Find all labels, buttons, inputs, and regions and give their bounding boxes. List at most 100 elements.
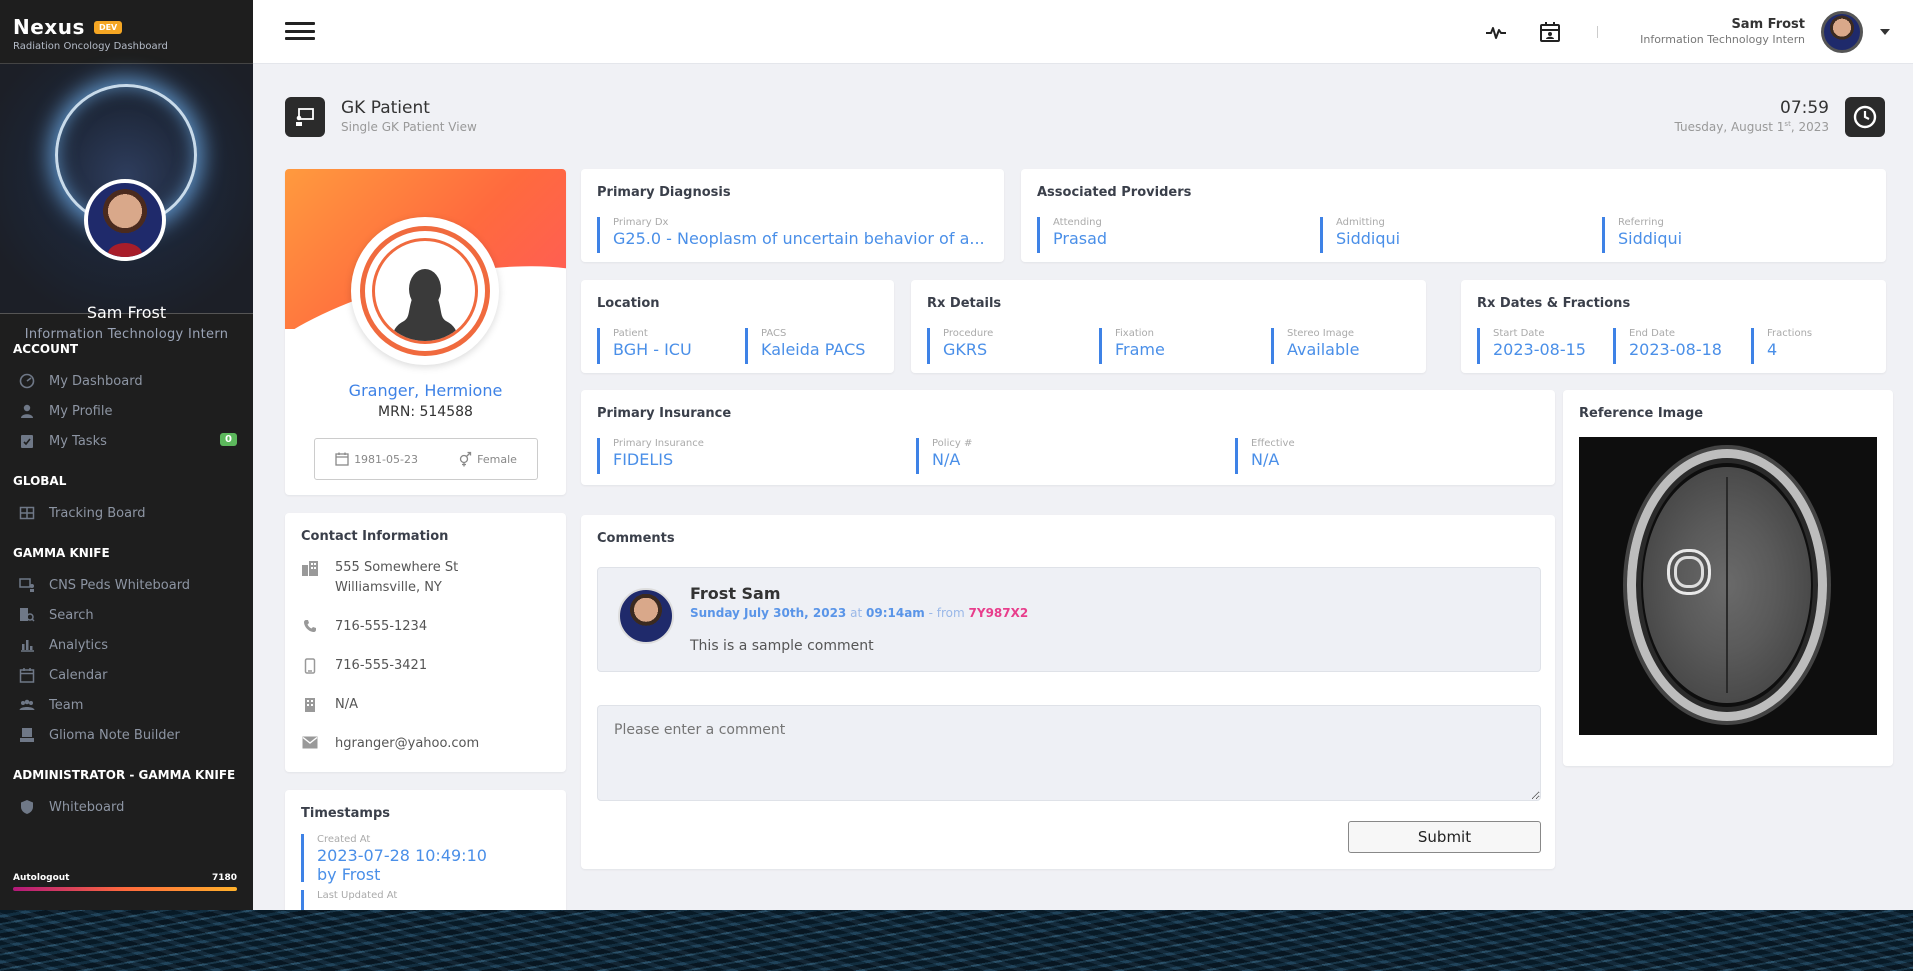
contact-mobile[interactable]: 716-555-3421: [335, 658, 427, 674]
contact-email[interactable]: hgranger@yahoo.com: [335, 736, 479, 751]
patient-view-icon: [285, 97, 325, 137]
calendar-icon: [18, 667, 35, 684]
attending-field: Attending Prasad: [1037, 217, 1107, 253]
sidebar-item-search[interactable]: Search: [0, 600, 253, 630]
lesion-marker: [1667, 549, 1711, 595]
building-icon: [301, 560, 319, 595]
comment-text: This is a sample comment: [690, 638, 874, 654]
sidebar-item-label: Glioma Note Builder: [49, 727, 180, 743]
page-title: GK Patient: [341, 98, 430, 118]
topbar-user[interactable]: Sam Frost Information Technology Intern: [1640, 17, 1805, 46]
dev-badge: DEV: [93, 21, 123, 34]
sidebar-item-label: My Profile: [49, 403, 113, 419]
autologout-value: 7180: [211, 873, 237, 883]
contact-card: Contact Information 555 Somewhere St Will…: [285, 513, 566, 772]
stereo-image-field: Stereo Image Available: [1271, 328, 1359, 364]
brand-name: Nexus: [13, 15, 85, 39]
nav-heading-gamma-knife: GAMMA KNIFE: [13, 546, 110, 560]
contact-phone[interactable]: 716-555-1234: [335, 619, 427, 634]
tasks-icon: [18, 433, 35, 450]
sidebar-item-my-profile[interactable]: My Profile: [0, 396, 253, 426]
app-window: Nexus DEV Radiation Oncology Dashboard S…: [0, 0, 1913, 910]
analytics-icon: [18, 637, 35, 654]
sidebar-item-tracking-board[interactable]: Tracking Board: [0, 498, 253, 528]
gender-icon: [459, 451, 472, 467]
sidebar-item-calendar[interactable]: Calendar: [0, 660, 253, 690]
mri-brain-image[interactable]: [1579, 437, 1877, 735]
rx-dates-title: Rx Dates & Fractions: [1477, 296, 1631, 311]
sidebar-user-name: Sam Frost: [86, 303, 167, 322]
timestamps-title: Timestamps: [301, 806, 391, 821]
fax-icon: [301, 697, 319, 713]
sidebar-item-label: Search: [49, 607, 94, 623]
submit-comment-button[interactable]: Submit: [1348, 821, 1541, 853]
sidebar-item-label: Team: [49, 697, 84, 713]
phone-icon: [301, 619, 319, 634]
sidebar-item-team[interactable]: Team: [0, 690, 253, 720]
associated-providers-card: Associated Providers Attending Prasad Adm…: [1021, 169, 1886, 262]
menu-toggle-icon[interactable]: [285, 22, 315, 40]
sidebar-item-analytics[interactable]: Analytics: [0, 630, 253, 660]
sidebar-item-cns-peds-whiteboard[interactable]: CNS Peds Whiteboard: [0, 570, 253, 600]
topbar-divider: [1597, 26, 1598, 38]
sidebar-avatar[interactable]: [84, 179, 166, 261]
whiteboard-icon: [18, 577, 35, 594]
calendar-icon: [335, 452, 349, 466]
chevron-down-icon[interactable]: [1880, 29, 1890, 35]
clock-icon[interactable]: [1845, 97, 1885, 137]
mobile-icon: [301, 658, 319, 674]
sidebar-item-label: Whiteboard: [49, 799, 125, 815]
person-icon: [18, 403, 35, 420]
patient-avatar: [351, 217, 499, 365]
reference-image-title: Reference Image: [1579, 406, 1704, 421]
calendar-icon[interactable]: [1538, 20, 1562, 44]
sidebar-nav: ACCOUNT My Dashboard My Profile My Tasks…: [0, 314, 253, 822]
insurance-field: Primary Insurance FIDELIS: [597, 438, 704, 474]
sidebar-item-glioma-note-builder[interactable]: Glioma Note Builder: [0, 720, 253, 750]
comment-input[interactable]: [597, 705, 1541, 801]
patient-location-field: Patient BGH - ICU: [597, 328, 692, 364]
brand[interactable]: Nexus DEV Radiation Oncology Dashboard: [0, 0, 253, 64]
autologout-label: Autologout: [13, 873, 70, 883]
patient-card: Granger, Hermione MRN: 514588 1981-05-23…: [285, 169, 566, 495]
providers-title: Associated Providers: [1037, 185, 1192, 200]
comments-card: Comments Frost Sam Sunday July 30th, 202…: [581, 515, 1555, 869]
rx-title: Rx Details: [927, 296, 1002, 311]
nav-heading-admin: ADMINISTRATOR - GAMMA KNIFE: [13, 768, 236, 782]
timestamps-card: Timestamps Created At 2023-07-28 10:49:1…: [285, 790, 566, 910]
avatar[interactable]: [1821, 11, 1863, 53]
patient-dob: 1981-05-23: [354, 452, 418, 466]
sidebar: Nexus DEV Radiation Oncology Dashboard S…: [0, 0, 253, 910]
sidebar-item-label: Tracking Board: [49, 505, 146, 521]
sidebar-item-label: My Dashboard: [49, 373, 143, 389]
shield-icon: [18, 799, 35, 816]
grid-icon: [18, 505, 35, 522]
sidebar-profile: Sam Frost Information Technology Intern: [0, 64, 253, 342]
insurance-title: Primary Insurance: [597, 406, 732, 421]
activity-pulse-icon[interactable]: [1484, 20, 1508, 44]
search-icon: [18, 607, 35, 624]
sidebar-item-whiteboard[interactable]: Whiteboard: [0, 792, 253, 822]
patient-sex: Female: [477, 452, 517, 466]
contact-title: Contact Information: [301, 529, 449, 544]
fixation-field: Fixation Frame: [1099, 328, 1165, 364]
sidebar-user-title: Information Technology Intern: [24, 327, 229, 342]
sidebar-item-my-dashboard[interactable]: My Dashboard: [0, 366, 253, 396]
location-title: Location: [597, 296, 660, 311]
dashboard-icon: [18, 373, 35, 390]
last-updated-field: Last Updated At: [301, 890, 397, 910]
contact-address-line2: Williamsville, NY: [335, 580, 442, 595]
patient-mrn: MRN: 514588: [378, 404, 473, 420]
avatar: [618, 588, 674, 644]
procedure-field: Procedure GKRS: [927, 328, 993, 364]
primary-diagnosis-card: Primary Diagnosis Primary Dx G25.0 - Neo…: [581, 169, 1004, 262]
admitting-field: Admitting Siddiqui: [1320, 217, 1400, 253]
sidebar-item-my-tasks[interactable]: My Tasks 0: [0, 426, 253, 456]
note-icon: [18, 727, 35, 744]
sidebar-item-label: CNS Peds Whiteboard: [49, 577, 191, 593]
effective-field: Effective N/A: [1235, 438, 1295, 474]
reference-image-card: Reference Image: [1563, 390, 1893, 766]
comments-title: Comments: [597, 531, 675, 546]
policy-field: Policy # N/A: [916, 438, 972, 474]
fractions-field: Fractions 4: [1751, 328, 1812, 364]
